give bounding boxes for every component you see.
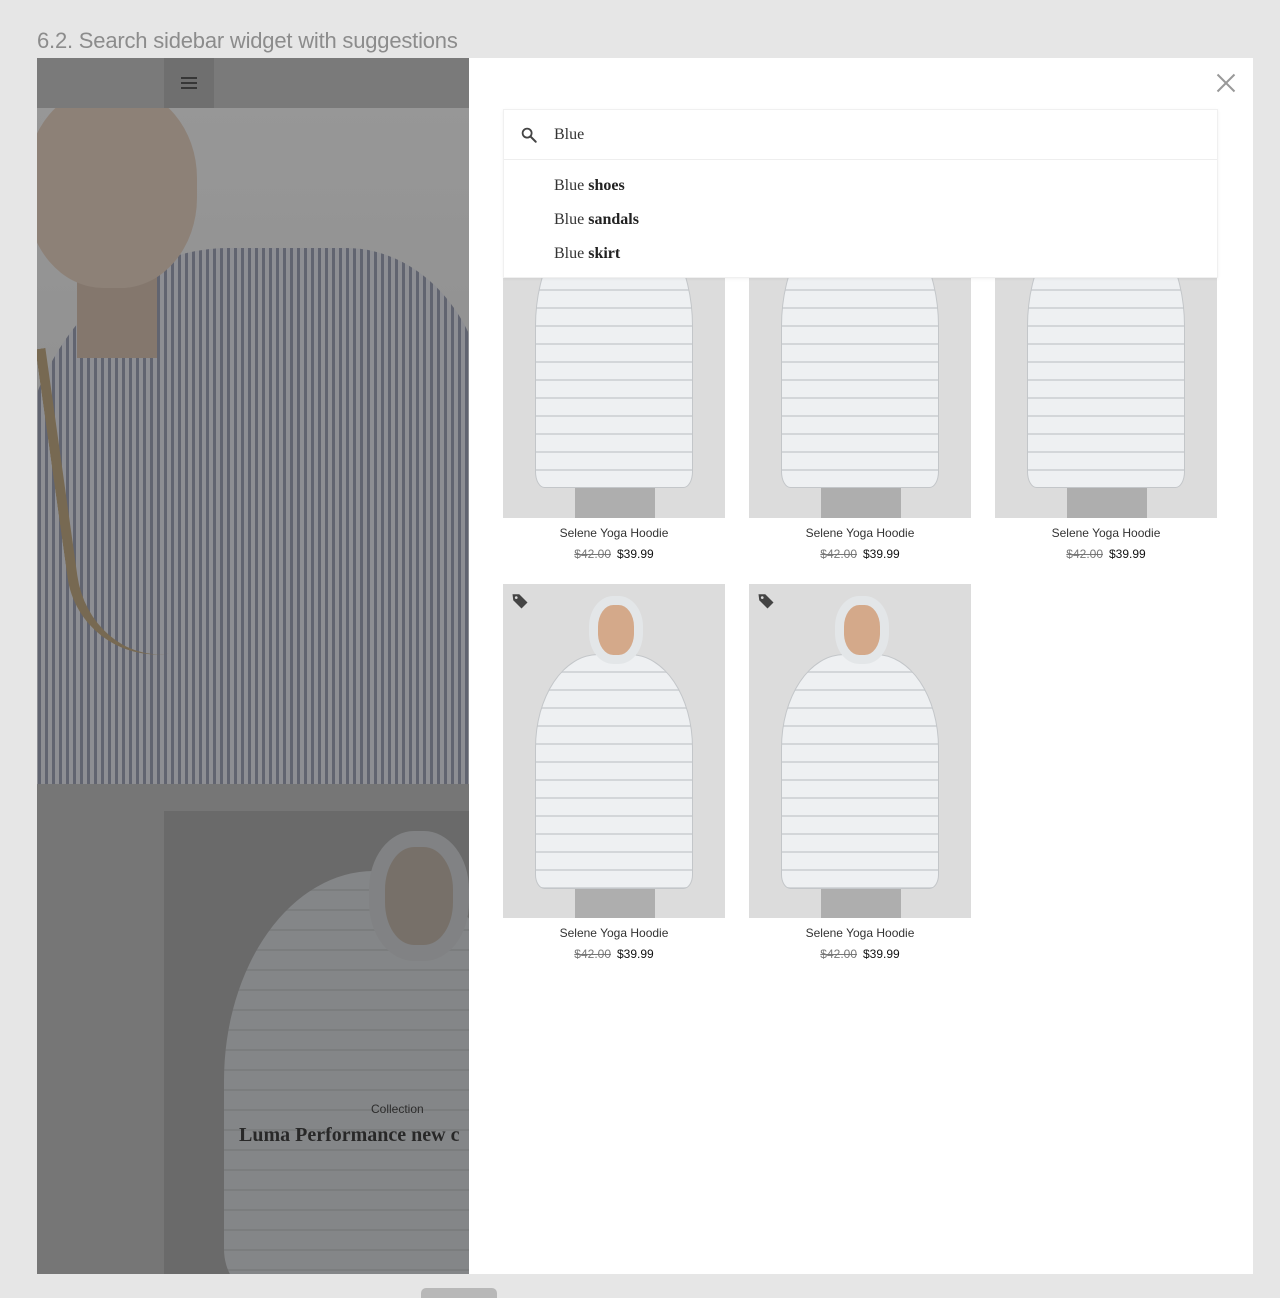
product-card[interactable]: Selene Yoga Hoodie $42.00 $39.99 [995, 278, 1217, 561]
product-name[interactable]: Selene Yoga Hoodie [995, 526, 1217, 540]
sale-tag-icon [758, 594, 774, 609]
product-price: $42.00 $39.99 [1066, 547, 1146, 561]
product-price: $42.00 $39.99 [820, 547, 900, 561]
product-card[interactable]: Selene Yoga Hoodie $42.00 $39.99 [749, 278, 971, 561]
horizontal-scrollbar-thumb[interactable] [421, 1288, 497, 1298]
product-image[interactable] [749, 584, 971, 918]
sale-tag-icon [512, 594, 528, 609]
search-icon [521, 127, 537, 143]
product-image[interactable] [995, 278, 1217, 518]
close-icon[interactable] [1215, 72, 1237, 94]
suggestion-list: Blue shoes Blue sandals Blue skirt [504, 160, 1217, 278]
search-row [504, 110, 1217, 160]
product-image[interactable] [503, 278, 725, 518]
product-image[interactable] [749, 278, 971, 518]
search-widget: Blue shoes Blue sandals Blue skirt [503, 109, 1218, 278]
product-price: $42.00 $39.99 [820, 947, 900, 961]
background-site: Collection Luma Performance new c [37, 58, 469, 1274]
product-card[interactable]: Selene Yoga Hoodie $42.00 $39.99 [749, 584, 971, 961]
product-name[interactable]: Selene Yoga Hoodie [503, 526, 725, 540]
search-input[interactable] [554, 123, 1194, 147]
search-sidebar: Blue shoes Blue sandals Blue skirt Selen… [469, 58, 1253, 1274]
product-card[interactable]: Selene Yoga Hoodie $42.00 $39.99 [503, 278, 725, 561]
demo-frame: Collection Luma Performance new c Blue s… [37, 58, 1253, 1274]
product-price: $42.00 $39.99 [574, 947, 654, 961]
product-name[interactable]: Selene Yoga Hoodie [749, 926, 971, 940]
suggestion-item[interactable]: Blue sandals [504, 210, 1217, 244]
product-card[interactable]: Selene Yoga Hoodie $42.00 $39.99 [503, 584, 725, 961]
product-name[interactable]: Selene Yoga Hoodie [749, 526, 971, 540]
page-heading: 6.2. Search sidebar widget with suggesti… [37, 28, 458, 53]
product-price: $42.00 $39.99 [574, 547, 654, 561]
suggestion-item[interactable]: Blue skirt [504, 244, 1217, 278]
suggestion-item[interactable]: Blue shoes [504, 176, 1217, 210]
product-name[interactable]: Selene Yoga Hoodie [503, 926, 725, 940]
product-image[interactable] [503, 584, 725, 918]
dim-overlay[interactable] [37, 58, 469, 1274]
